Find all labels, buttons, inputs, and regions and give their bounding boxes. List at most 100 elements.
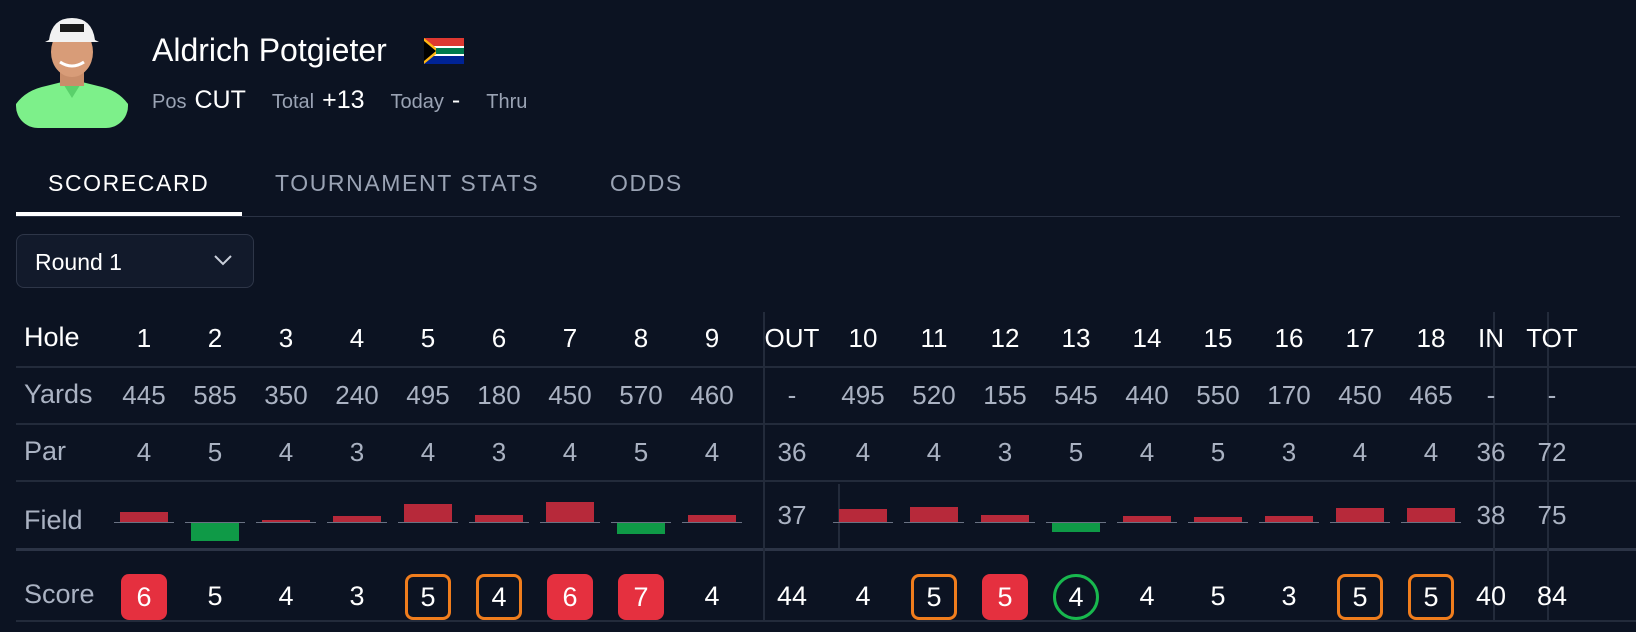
yards-value: 545	[1054, 380, 1098, 410]
field-bar	[839, 509, 887, 522]
field-baseline	[256, 522, 316, 523]
field-bar	[1052, 523, 1100, 532]
field-baseline	[114, 522, 174, 523]
scorecard-table: Hole Yards Par Field Score 1 445 4 2 585 5 3 350 4 4 24…	[16, 312, 1636, 632]
score-value: 5	[1210, 581, 1226, 611]
par-value: 4	[420, 437, 436, 467]
yards-value: 170	[1267, 380, 1311, 410]
tab-scorecard[interactable]: SCORECARD	[16, 170, 242, 216]
field-baseline	[975, 522, 1035, 523]
yards-value: 520	[912, 380, 956, 410]
field-baseline	[833, 522, 893, 523]
field-bar	[191, 523, 239, 541]
yards-value: 445	[122, 380, 166, 410]
hole-number: 17	[1345, 323, 1375, 353]
score-badge-bogey: 5	[1408, 574, 1454, 620]
tab-bar: SCORECARD TOURNAMENT STATS ODDS	[16, 166, 1620, 217]
hole-number: 11	[920, 323, 948, 353]
round-dropdown-value: Round 1	[35, 249, 122, 275]
yards-value: 450	[548, 380, 592, 410]
yards-value: 180	[477, 380, 521, 410]
thru-label: Thru	[486, 91, 528, 113]
par-value: 3	[491, 437, 507, 467]
chevron-down-icon	[214, 255, 232, 266]
score-value: 40	[1475, 581, 1507, 611]
field-bar	[404, 504, 452, 522]
par-value: 3	[997, 437, 1013, 467]
yards-value: -	[1547, 380, 1557, 410]
field-baseline	[1401, 522, 1461, 523]
score-badge-bogey: 5	[405, 574, 451, 620]
score-badge-bogey: 5	[911, 574, 957, 620]
field-bar	[546, 502, 594, 522]
par-value: 5	[207, 437, 223, 467]
par-value: 4	[1139, 437, 1155, 467]
field-baseline	[682, 522, 742, 523]
hole-number: 15	[1203, 323, 1233, 353]
row-divider	[16, 548, 1636, 551]
field-bar	[475, 514, 523, 522]
yards-value: 440	[1125, 380, 1169, 410]
round-dropdown[interactable]: Round 1	[16, 234, 254, 288]
field-baseline	[398, 522, 458, 523]
field-baseline	[1188, 522, 1248, 523]
hole-number: 5	[420, 323, 436, 353]
tab-tournament-stats[interactable]: TOURNAMENT STATS	[275, 170, 539, 216]
total-value: +13	[322, 86, 365, 114]
tab-odds[interactable]: ODDS	[610, 170, 683, 216]
hole-number: 4	[349, 323, 365, 353]
yards-value: 240	[335, 380, 379, 410]
score-value: 3	[349, 581, 365, 611]
field-total: 75	[1537, 500, 1567, 530]
field-baseline	[469, 522, 529, 523]
field-total: 38	[1476, 500, 1506, 530]
hole-number: 13	[1061, 323, 1091, 353]
field-bar	[1123, 515, 1171, 522]
field-baseline	[327, 522, 387, 523]
pos-label: Pos	[152, 91, 187, 113]
field-bar	[262, 519, 310, 522]
today-label: Today	[390, 91, 444, 113]
field-bar	[120, 512, 168, 522]
score-badge-double: 5	[982, 574, 1028, 620]
yards-value: 495	[841, 380, 885, 410]
par-value: 36	[777, 437, 807, 467]
south-africa-flag-icon	[424, 38, 464, 64]
score-value: 3	[1281, 581, 1297, 611]
hole-number: 9	[704, 323, 720, 353]
hole-number: TOT	[1526, 323, 1578, 353]
yards-value: -	[787, 380, 797, 410]
player-meta: Pos CUT Total +13 Today - Thru	[152, 86, 561, 115]
pos-value: CUT	[194, 86, 246, 114]
score-badge-bogey: 5	[1337, 574, 1383, 620]
yards-value: 465	[1409, 380, 1453, 410]
hole-number: 14	[1132, 323, 1162, 353]
field-baseline	[1330, 522, 1390, 523]
par-value: 4	[855, 437, 871, 467]
score-badge-double: 7	[618, 574, 664, 620]
par-value: 4	[562, 437, 578, 467]
hole-number: 18	[1416, 323, 1446, 353]
par-value: 5	[1068, 437, 1084, 467]
total-label: Total	[271, 91, 315, 113]
hole-number: IN	[1478, 323, 1504, 353]
field-baseline	[1117, 522, 1177, 523]
row-label-score: Score	[24, 579, 95, 609]
field-bar	[981, 514, 1029, 522]
column-divider	[763, 312, 765, 620]
par-value: 4	[1352, 437, 1368, 467]
par-value: 3	[349, 437, 365, 467]
yards-value: 350	[264, 380, 308, 410]
score-value: 5	[207, 581, 223, 611]
today-value: -	[451, 86, 461, 114]
score-badge-double: 6	[121, 574, 167, 620]
field-bar	[1194, 517, 1242, 522]
score-value: 84	[1536, 581, 1568, 611]
player-name: Aldrich Potgieter	[152, 32, 387, 68]
par-value: 4	[704, 437, 720, 467]
par-value: 3	[1281, 437, 1297, 467]
hole-number: 7	[562, 323, 578, 353]
row-divider	[16, 423, 1636, 425]
row-divider	[16, 480, 1636, 482]
par-value: 4	[926, 437, 942, 467]
